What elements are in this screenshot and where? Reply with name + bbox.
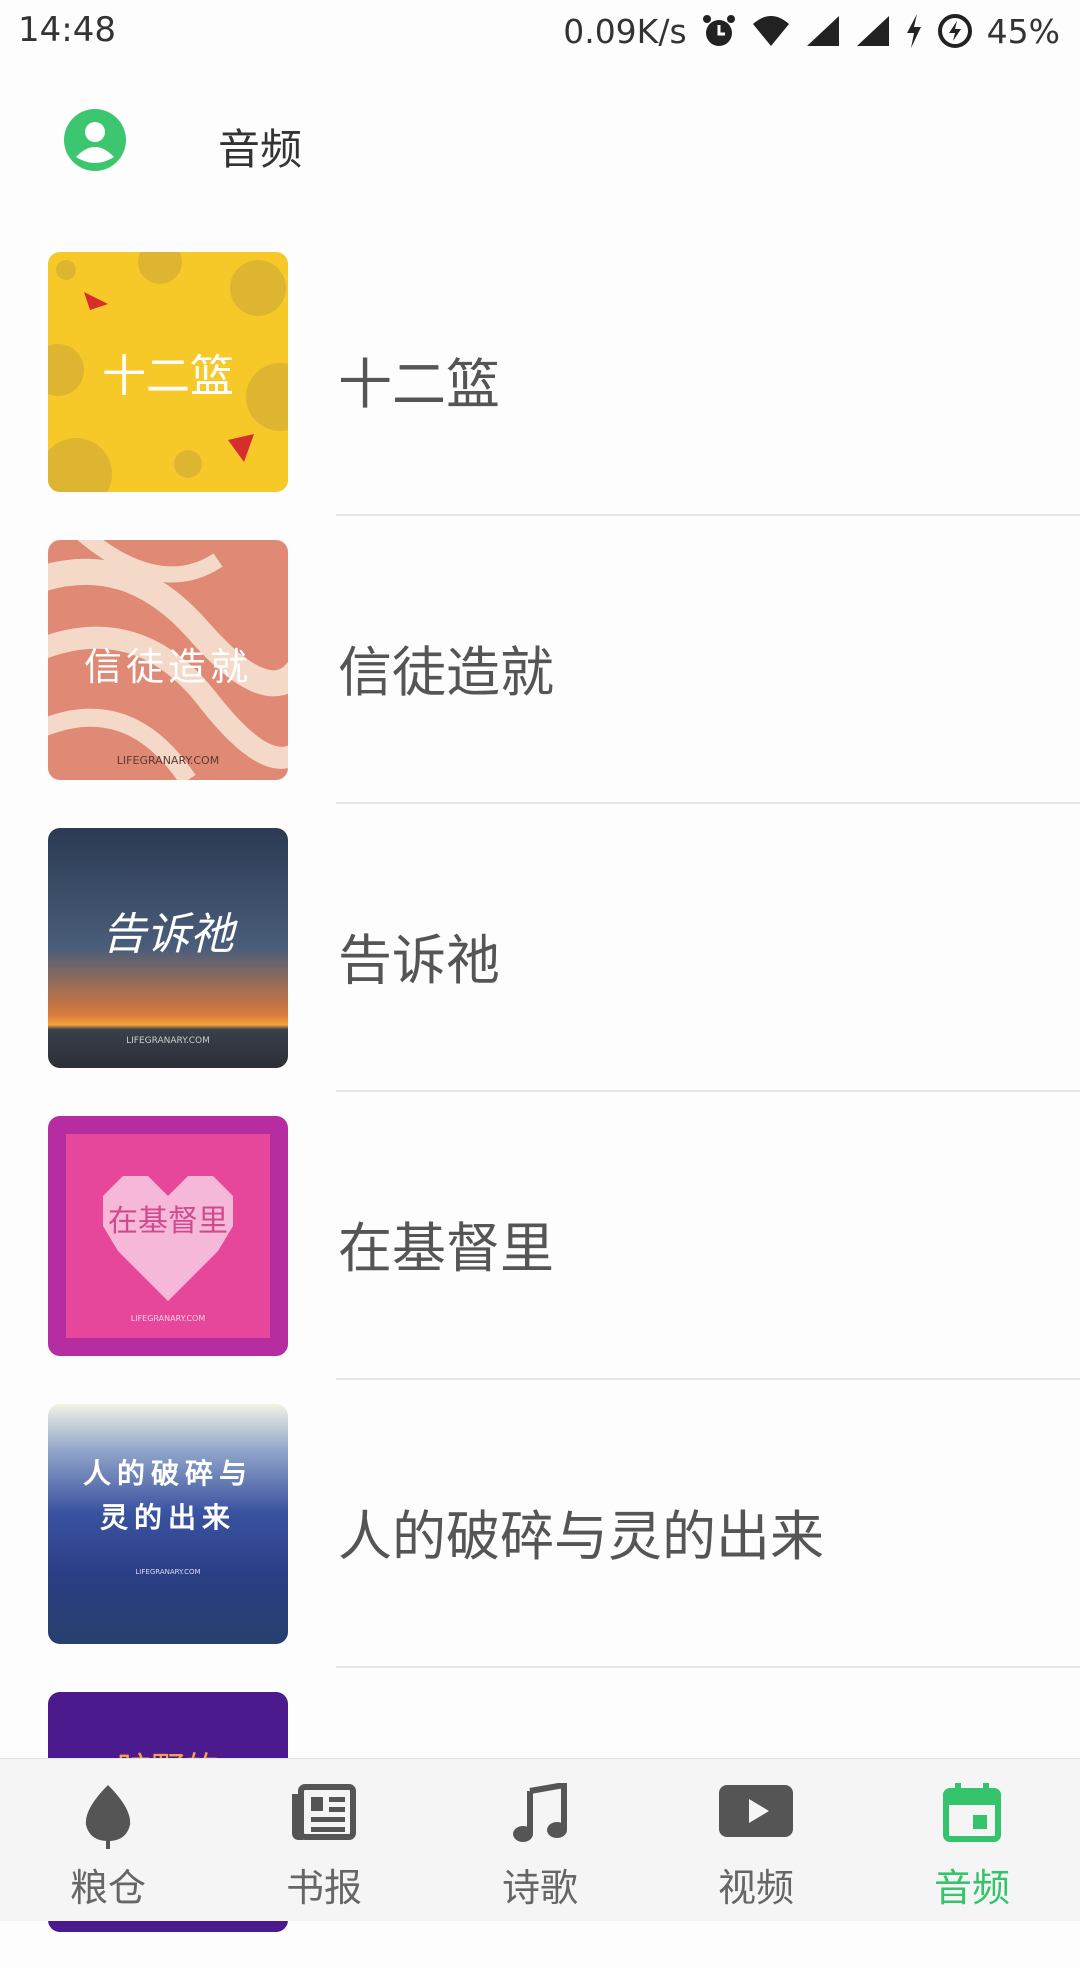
cover-text: 在基督里: [108, 1204, 228, 1239]
list-item[interactable]: 告诉祂 LIFEGRANARY.COM 告诉祂: [0, 816, 1080, 1104]
album-cover: 告诉祂 LIFEGRANARY.COM: [48, 828, 288, 1068]
album-cover: 十二篮: [48, 252, 288, 492]
nav-label: 视频: [717, 1866, 794, 1910]
cover-text: 人的破碎与 灵的出来: [82, 1457, 253, 1534]
music-note-icon: [513, 1783, 567, 1842]
nav-item-books[interactable]: 书报: [216, 1759, 432, 1921]
divider: [336, 1090, 1080, 1092]
page-title: 音频: [218, 125, 303, 174]
cover-site: LIFEGRANARY.COM: [130, 1314, 206, 1323]
list-item[interactable]: 十二篮 十二篮: [0, 240, 1080, 528]
album-cover: 信徒造就 LIFEGRANARY.COM: [48, 540, 288, 780]
album-cover: 人的破碎与 灵的出来 LIFEGRANARY.COM: [48, 1404, 288, 1644]
cover-text: 十二篮: [102, 351, 234, 402]
nav-label: 粮仓: [69, 1866, 146, 1910]
nav-label: 书报: [285, 1866, 362, 1910]
item-title: 人的破碎与灵的出来: [338, 1505, 824, 1568]
avatar-icon[interactable]: [62, 107, 128, 173]
wifi-icon: [752, 16, 789, 46]
status-right: 0.09K/s 45%: [563, 10, 1060, 52]
newspaper-icon: [292, 1784, 356, 1840]
app-bar: 音频: [0, 62, 1080, 222]
item-title: 信徒造就: [338, 641, 554, 704]
nav-item-hymns[interactable]: 诗歌: [432, 1759, 648, 1921]
cover-site: LIFEGRANARY.COM: [116, 754, 220, 767]
item-title: 告诉祂: [338, 929, 500, 992]
cover-site: LIFEGRANARY.COM: [135, 1568, 201, 1576]
battery-percent: 45%: [986, 11, 1060, 51]
battery-icon: [937, 14, 972, 48]
bottom-nav: 粮仓 书报 诗歌 视频 音频: [0, 1758, 1080, 1921]
signal-icon: [856, 16, 889, 46]
play-icon: [719, 1785, 793, 1837]
item-title: 十二篮: [338, 353, 500, 416]
list-item[interactable]: 人的破碎与 灵的出来 LIFEGRANARY.COM 人的破碎与灵的出来: [0, 1392, 1080, 1680]
cover-text: 告诉祂: [102, 909, 234, 960]
calendar-icon: [943, 1783, 1001, 1842]
signal-icon: [806, 16, 839, 46]
nav-label: 音频: [933, 1866, 1010, 1910]
divider: [336, 514, 1080, 516]
status-bar: 14:48 0.09K/s 45%: [0, 0, 1080, 62]
list-item[interactable]: 信徒造就 LIFEGRANARY.COM 信徒造就: [0, 528, 1080, 816]
nav-item-granary[interactable]: 粮仓: [0, 1759, 216, 1921]
cover-text: 信徒造就: [83, 645, 252, 689]
divider: [336, 1666, 1080, 1668]
charging-icon: [906, 14, 921, 48]
status-time: 14:48: [18, 10, 116, 50]
leaf-icon: [85, 1785, 131, 1849]
alarm-icon: [702, 15, 735, 46]
net-speed: 0.09K/s: [563, 11, 687, 51]
divider: [336, 1378, 1080, 1380]
nav-item-video[interactable]: 视频: [648, 1759, 864, 1921]
item-title: 在基督里: [338, 1217, 554, 1280]
cover-site: LIFEGRANARY.COM: [126, 1036, 210, 1046]
nav-item-audio[interactable]: 音频: [864, 1759, 1080, 1921]
album-cover: 在基督里 LIFEGRANARY.COM: [48, 1116, 288, 1356]
nav-label: 诗歌: [501, 1866, 578, 1910]
list-item[interactable]: 在基督里 LIFEGRANARY.COM 在基督里: [0, 1104, 1080, 1392]
divider: [336, 802, 1080, 804]
